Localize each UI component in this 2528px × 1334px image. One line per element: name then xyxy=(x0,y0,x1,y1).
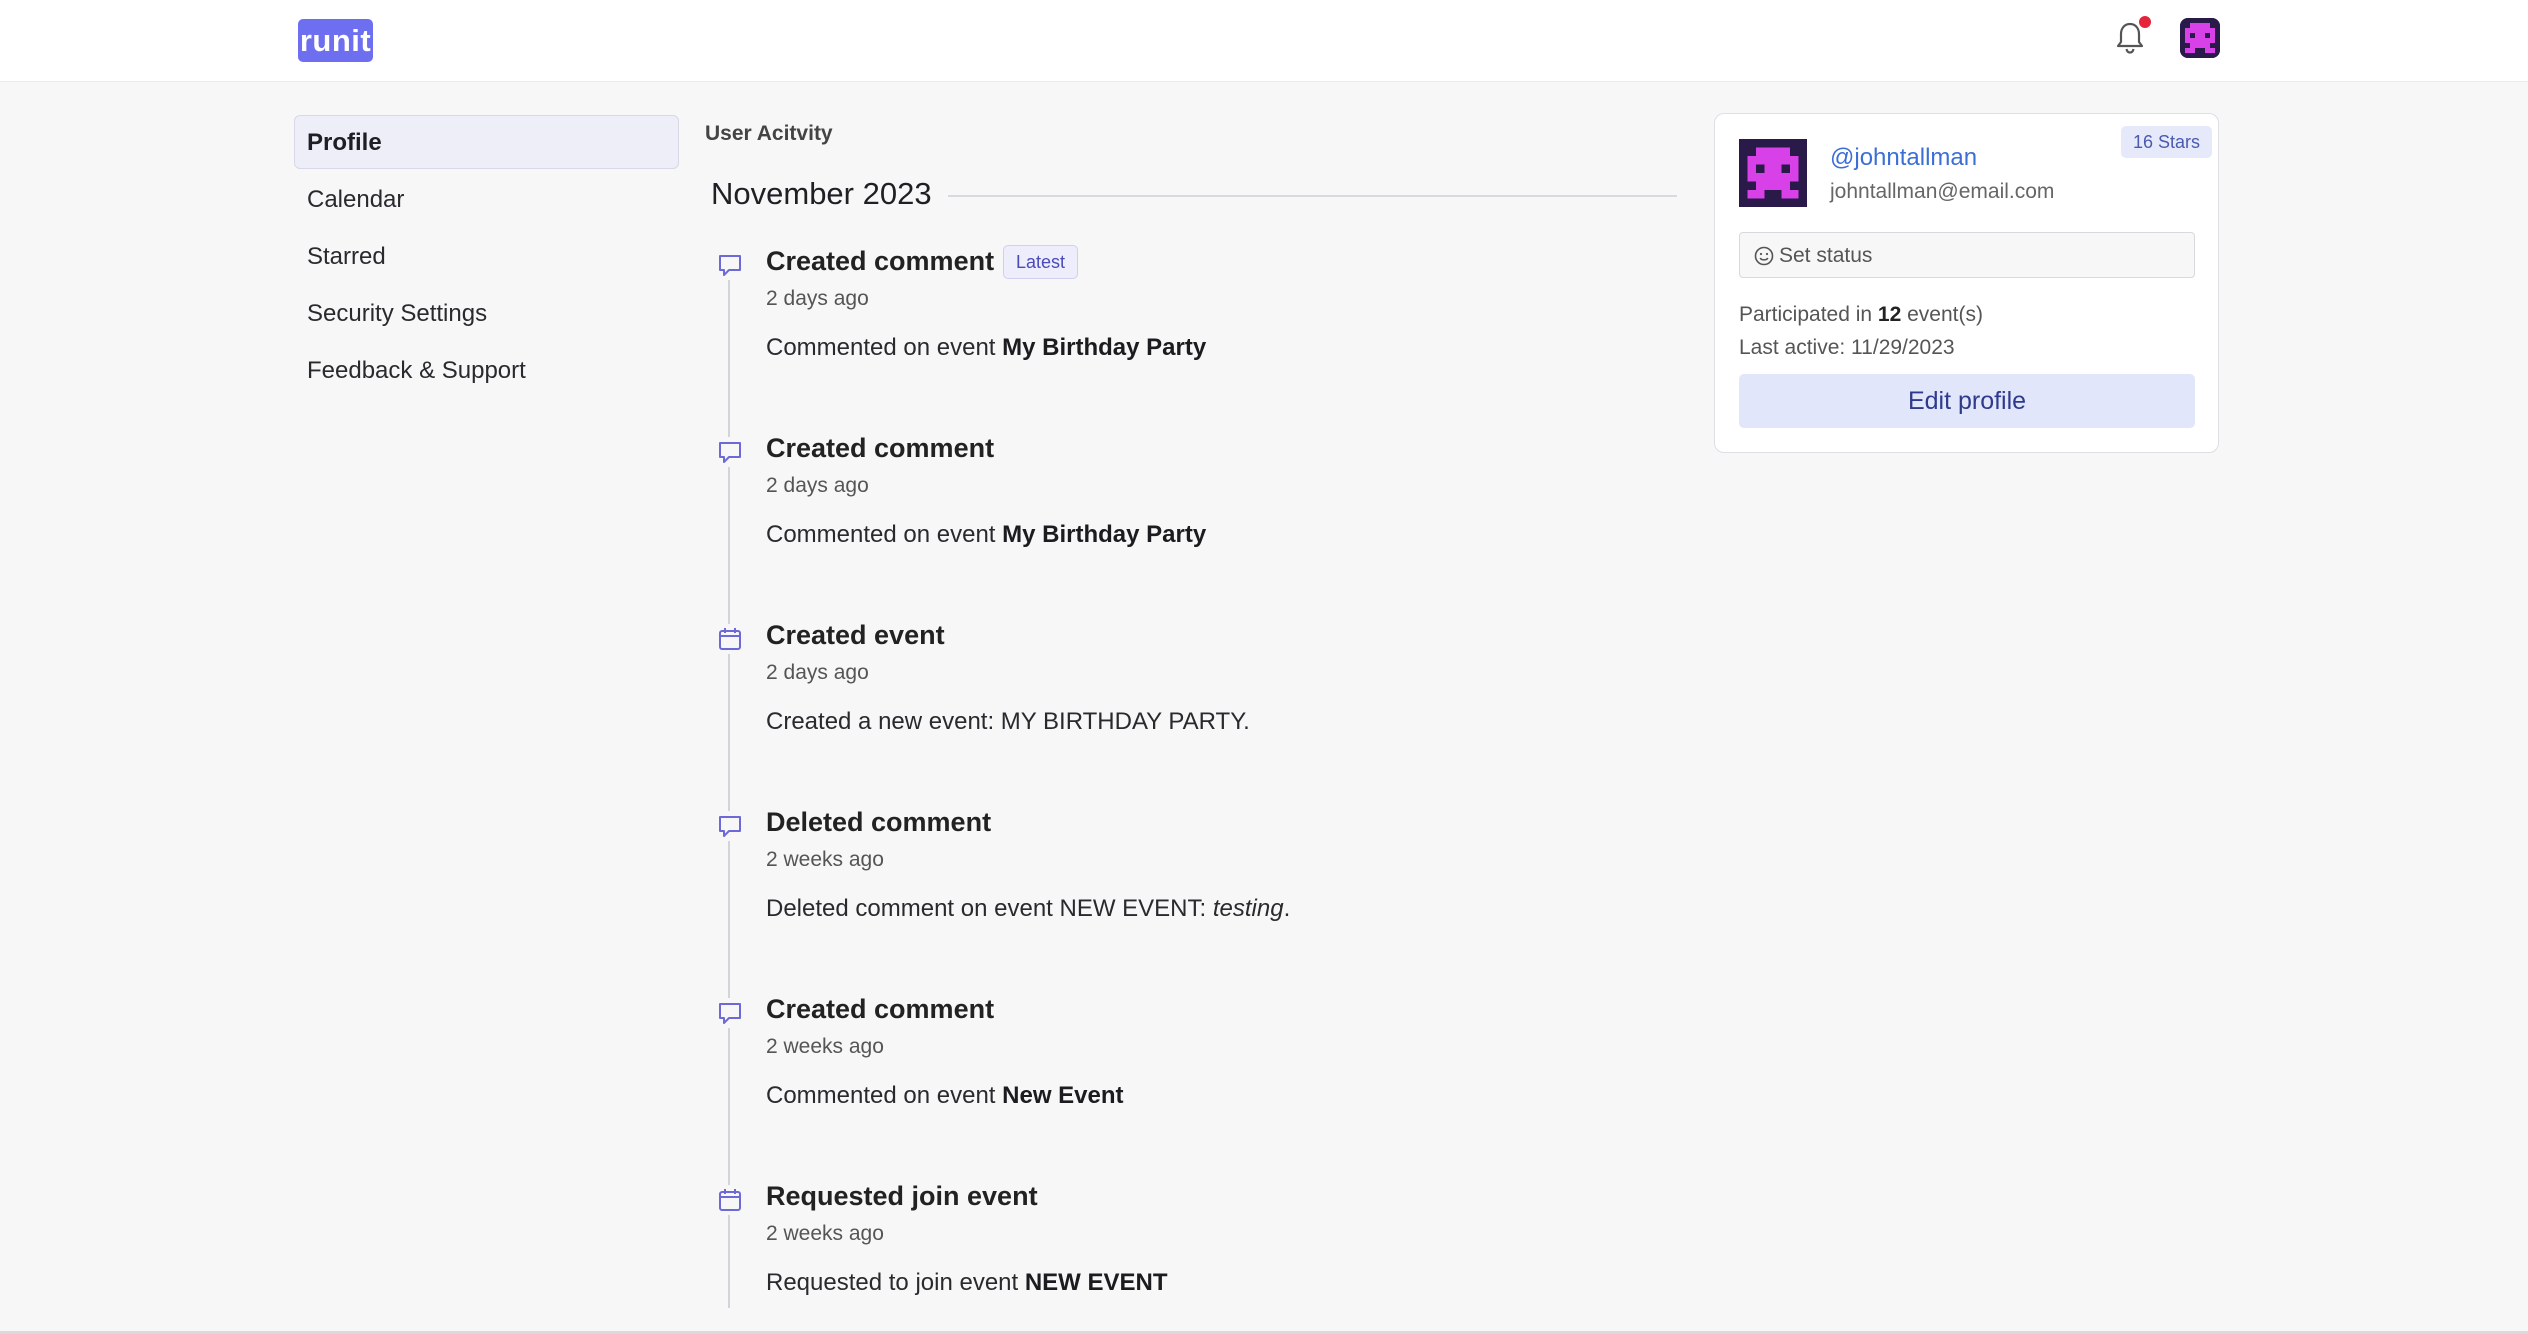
entry-description: Commented on event My Birthday Party xyxy=(766,521,1206,549)
stars-badge: 16 Stars xyxy=(2120,126,2212,158)
entry-description: Commented on event My Birthday Party xyxy=(766,334,1206,362)
email-text: johntallman@email.com xyxy=(1830,180,2055,203)
calendar-icon xyxy=(715,1185,745,1215)
desc-text: Commented on event xyxy=(766,1082,1003,1109)
entry-time: 2 days ago xyxy=(766,661,869,684)
event-name: New Event xyxy=(1002,1082,1124,1109)
comment-icon xyxy=(715,250,745,280)
comment-icon xyxy=(715,811,745,841)
participation-stat: Participated in 12 event(s) xyxy=(1739,303,1983,327)
notification-dot xyxy=(2139,16,2151,28)
entry-title: Deleted comment xyxy=(766,807,992,837)
timeline-line xyxy=(728,268,730,1308)
avatar xyxy=(1739,139,1807,207)
entry-time: 2 weeks ago xyxy=(766,1222,884,1245)
entry-title: Created comment xyxy=(766,433,995,463)
desc-text: Commented on event xyxy=(766,334,1003,361)
entry-title: Created comment xyxy=(766,994,995,1024)
top-navbar: runit xyxy=(0,0,2528,82)
profile-card: @johntallman johntallman@email.com 16 St… xyxy=(1714,113,2219,453)
smiley-icon xyxy=(1754,246,1774,266)
entry-title: Created event xyxy=(766,620,945,650)
entry-description: Created a new event: MY BIRTHDAY PARTY. xyxy=(766,708,1250,735)
stat-label: Participated in xyxy=(1739,303,1878,326)
user-avatar-menu[interactable] xyxy=(2180,18,2220,58)
calendar-icon xyxy=(715,624,745,654)
desc-text: Requested to join event xyxy=(766,1269,1025,1296)
latest-badge: Latest xyxy=(1003,245,1079,279)
entry-time: 2 weeks ago xyxy=(766,1035,884,1058)
entry-time: 2 weeks ago xyxy=(766,848,884,871)
sidebar-item-calendar[interactable]: Calendar xyxy=(294,172,679,226)
sidebar-item-feedback-support[interactable]: Feedback & Support xyxy=(294,343,679,397)
edit-profile-button[interactable]: Edit profile xyxy=(1739,374,2195,428)
entry-description: Requested to join event NEW EVENT xyxy=(766,1269,1168,1297)
desc-suffix: . xyxy=(1283,895,1291,922)
username-link[interactable]: @johntallman xyxy=(1830,144,1977,172)
entry-time: 2 days ago xyxy=(766,287,869,310)
section-label: User Acitvity xyxy=(705,122,833,145)
event-name: My Birthday Party xyxy=(1002,521,1207,548)
set-status-input[interactable]: Set status xyxy=(1739,232,2195,278)
last-active-stat: Last active: 11/29/2023 xyxy=(1739,336,1955,359)
event-name: NEW EVENT xyxy=(1024,1269,1168,1296)
entry-description: Commented on event New Event xyxy=(766,1082,1124,1110)
month-divider: November 2023 xyxy=(711,176,1677,216)
sidebar: Profile Calendar Starred Security Settin… xyxy=(294,115,679,400)
sidebar-item-profile[interactable]: Profile xyxy=(294,115,679,169)
comment-text: testing xyxy=(1212,895,1284,922)
status-placeholder: Set status xyxy=(1779,244,1873,267)
event-name: My Birthday Party xyxy=(1002,334,1207,361)
entry-time: 2 days ago xyxy=(766,474,869,497)
sidebar-item-starred[interactable]: Starred xyxy=(294,229,679,283)
stat-unit: event(s) xyxy=(1901,303,1983,326)
desc-text: Deleted comment on event NEW EVENT: xyxy=(766,895,1213,922)
comment-icon xyxy=(715,437,745,467)
divider-line xyxy=(937,195,1677,197)
sidebar-item-security-settings[interactable]: Security Settings xyxy=(294,286,679,340)
entry-description: Deleted comment on event NEW EVENT: test… xyxy=(766,895,1290,923)
participation-count: 12 xyxy=(1877,303,1902,326)
entry-title: Created comment xyxy=(766,246,995,276)
desc-text: Commented on event xyxy=(766,521,1003,548)
runit-logo[interactable]: runit xyxy=(298,19,373,62)
month-heading: November 2023 xyxy=(711,176,948,212)
comment-icon xyxy=(715,998,745,1028)
entry-title: Requested join event xyxy=(766,1181,1038,1211)
